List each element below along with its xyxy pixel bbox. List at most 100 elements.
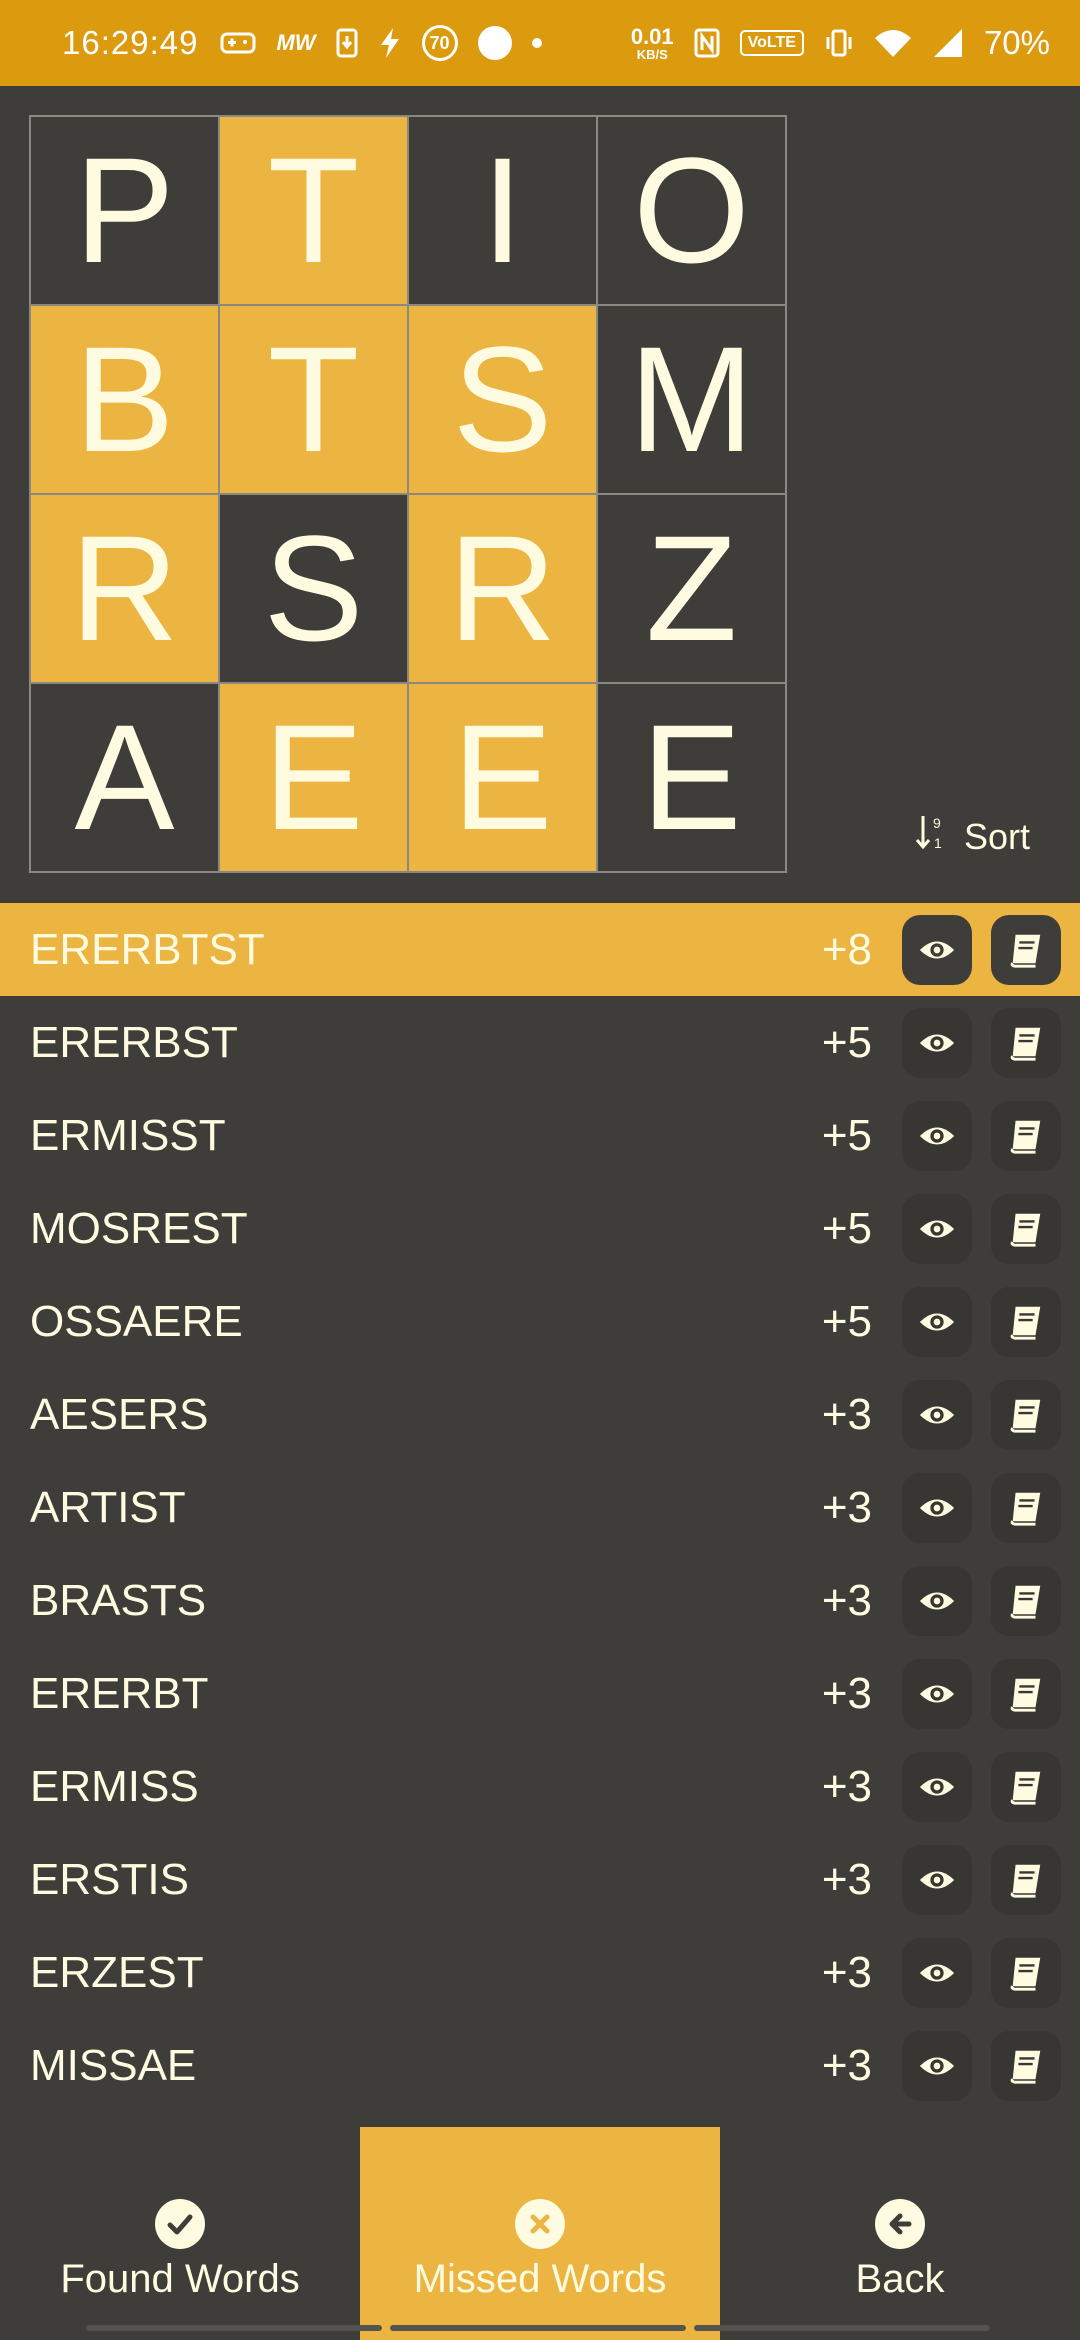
book-icon[interactable] xyxy=(991,1472,1061,1543)
eye-icon[interactable] xyxy=(902,1751,972,1822)
letter-grid: P T I O B T S M R S R Z A E E E xyxy=(29,115,787,873)
eye-icon[interactable] xyxy=(902,1286,972,1357)
charging-bolt-icon xyxy=(378,27,402,59)
grid-cell[interactable]: T xyxy=(219,305,408,494)
gesture-handle xyxy=(86,2325,382,2331)
missed-words-list: ERERBTST +8 ERERBST +5 ERMISST +5 MOSRES… xyxy=(0,903,1080,2112)
grid-cell[interactable]: S xyxy=(408,305,597,494)
word-text: ERMISS xyxy=(30,1761,199,1811)
svg-text:9: 9 xyxy=(933,815,941,831)
word-text: ERMISST xyxy=(30,1110,226,1160)
sort-numeric-icon: 91 xyxy=(915,812,948,861)
grid-cell[interactable]: Z xyxy=(597,494,786,683)
word-text: ERSTIS xyxy=(30,1854,189,1904)
word-text: BRASTS xyxy=(30,1575,207,1625)
sort-label: Sort xyxy=(964,815,1031,857)
eye-icon[interactable] xyxy=(902,1844,972,1915)
x-circle-icon xyxy=(515,2199,565,2249)
grid-cell[interactable]: O xyxy=(597,116,786,305)
book-icon[interactable] xyxy=(991,1937,1061,2008)
word-text: ERERBT xyxy=(30,1668,209,1718)
grid-cell[interactable]: E xyxy=(219,683,408,872)
grid-cell[interactable]: R xyxy=(30,494,219,683)
download-icon xyxy=(336,28,358,58)
word-row[interactable]: BRASTS +3 xyxy=(0,1554,1080,1647)
book-icon[interactable] xyxy=(991,1844,1061,1915)
book-icon[interactable] xyxy=(991,1193,1061,1264)
eye-icon[interactable] xyxy=(902,2030,972,2101)
word-points: +5 xyxy=(821,1110,872,1160)
word-row[interactable]: ERZEST +3 xyxy=(0,1926,1080,2019)
grid-cell[interactable]: B xyxy=(30,305,219,494)
network-speed: 0.01 KB/S xyxy=(630,23,674,62)
book-icon[interactable] xyxy=(991,1286,1061,1357)
word-points: +3 xyxy=(821,2040,872,2090)
word-row[interactable]: AESERS +3 xyxy=(0,1368,1080,1461)
eye-icon[interactable] xyxy=(902,1100,972,1171)
gamepad-icon xyxy=(220,30,256,56)
wifi-icon xyxy=(874,28,912,58)
back-label: Back xyxy=(855,2257,945,2301)
word-row[interactable]: ERMISST +5 xyxy=(0,1089,1080,1182)
sort-button[interactable]: 91 Sort xyxy=(915,812,1031,861)
word-row[interactable]: MISSAE +3 xyxy=(0,2019,1080,2112)
word-points: +5 xyxy=(821,1017,872,1067)
grid-cell[interactable]: R xyxy=(408,494,597,683)
book-icon[interactable] xyxy=(991,1379,1061,1450)
grid-cell[interactable]: P xyxy=(30,116,219,305)
word-row[interactable]: OSSAERE +5 xyxy=(0,1275,1080,1368)
word-points: +5 xyxy=(821,1296,872,1346)
book-icon[interactable] xyxy=(991,1751,1061,1822)
check-circle-icon xyxy=(155,2199,205,2249)
missed-words-tab[interactable]: Missed Words xyxy=(360,2127,720,2340)
gesture-handle xyxy=(694,2325,990,2331)
eye-icon[interactable] xyxy=(902,1565,972,1636)
grid-cell[interactable]: T xyxy=(219,116,408,305)
eye-icon[interactable] xyxy=(902,1193,972,1264)
word-text: OSSAERE xyxy=(30,1296,243,1346)
gesture-handle xyxy=(390,2325,686,2331)
eye-icon[interactable] xyxy=(902,1379,972,1450)
found-words-tab[interactable]: Found Words xyxy=(0,2127,360,2340)
book-icon[interactable] xyxy=(991,1100,1061,1171)
back-tab[interactable]: Back xyxy=(720,2127,1080,2340)
word-points: +3 xyxy=(821,1389,872,1439)
eye-icon[interactable] xyxy=(902,1937,972,2008)
signal-icon xyxy=(932,27,964,59)
word-points: +3 xyxy=(821,1947,872,1997)
status-notification-icons: MW 70 xyxy=(220,25,542,61)
status-time: 16:29:49 xyxy=(62,24,199,61)
word-text: ERERBTST xyxy=(30,924,265,974)
book-icon[interactable] xyxy=(991,914,1061,985)
book-icon[interactable] xyxy=(991,1658,1061,1729)
grid-cell[interactable]: I xyxy=(408,116,597,305)
word-text: MOSREST xyxy=(30,1203,248,1253)
more-notifications-dot-icon xyxy=(531,38,542,48)
word-points: +3 xyxy=(821,1854,872,1904)
missed-words-label: Missed Words xyxy=(413,2257,667,2301)
word-row[interactable]: ERERBTST +8 xyxy=(0,903,1080,996)
word-points: +5 xyxy=(821,1203,872,1253)
grid-cell[interactable]: E xyxy=(597,683,786,872)
bottom-nav: Found Words Missed Words Back xyxy=(0,2127,1080,2340)
eye-icon[interactable] xyxy=(902,914,972,985)
grid-cell[interactable]: E xyxy=(408,683,597,872)
word-row[interactable]: ERERBT +3 xyxy=(0,1647,1080,1740)
word-row[interactable]: ARTIST +3 xyxy=(0,1461,1080,1554)
word-row[interactable]: ERMISS +3 xyxy=(0,1740,1080,1833)
eye-icon[interactable] xyxy=(902,1007,972,1078)
battery-percent: 70% xyxy=(983,24,1050,61)
word-row[interactable]: ERERBST +5 xyxy=(0,996,1080,1089)
circle-notification-icon xyxy=(477,26,512,60)
grid-cell[interactable]: S xyxy=(219,494,408,683)
word-points: +3 xyxy=(821,1761,872,1811)
grid-cell[interactable]: M xyxy=(597,305,786,494)
book-icon[interactable] xyxy=(991,2030,1061,2101)
eye-icon[interactable] xyxy=(902,1472,972,1543)
word-row[interactable]: MOSREST +5 xyxy=(0,1182,1080,1275)
eye-icon[interactable] xyxy=(902,1658,972,1729)
word-row[interactable]: ERSTIS +3 xyxy=(0,1833,1080,1926)
grid-cell[interactable]: A xyxy=(30,683,219,872)
book-icon[interactable] xyxy=(991,1007,1061,1078)
book-icon[interactable] xyxy=(991,1565,1061,1636)
